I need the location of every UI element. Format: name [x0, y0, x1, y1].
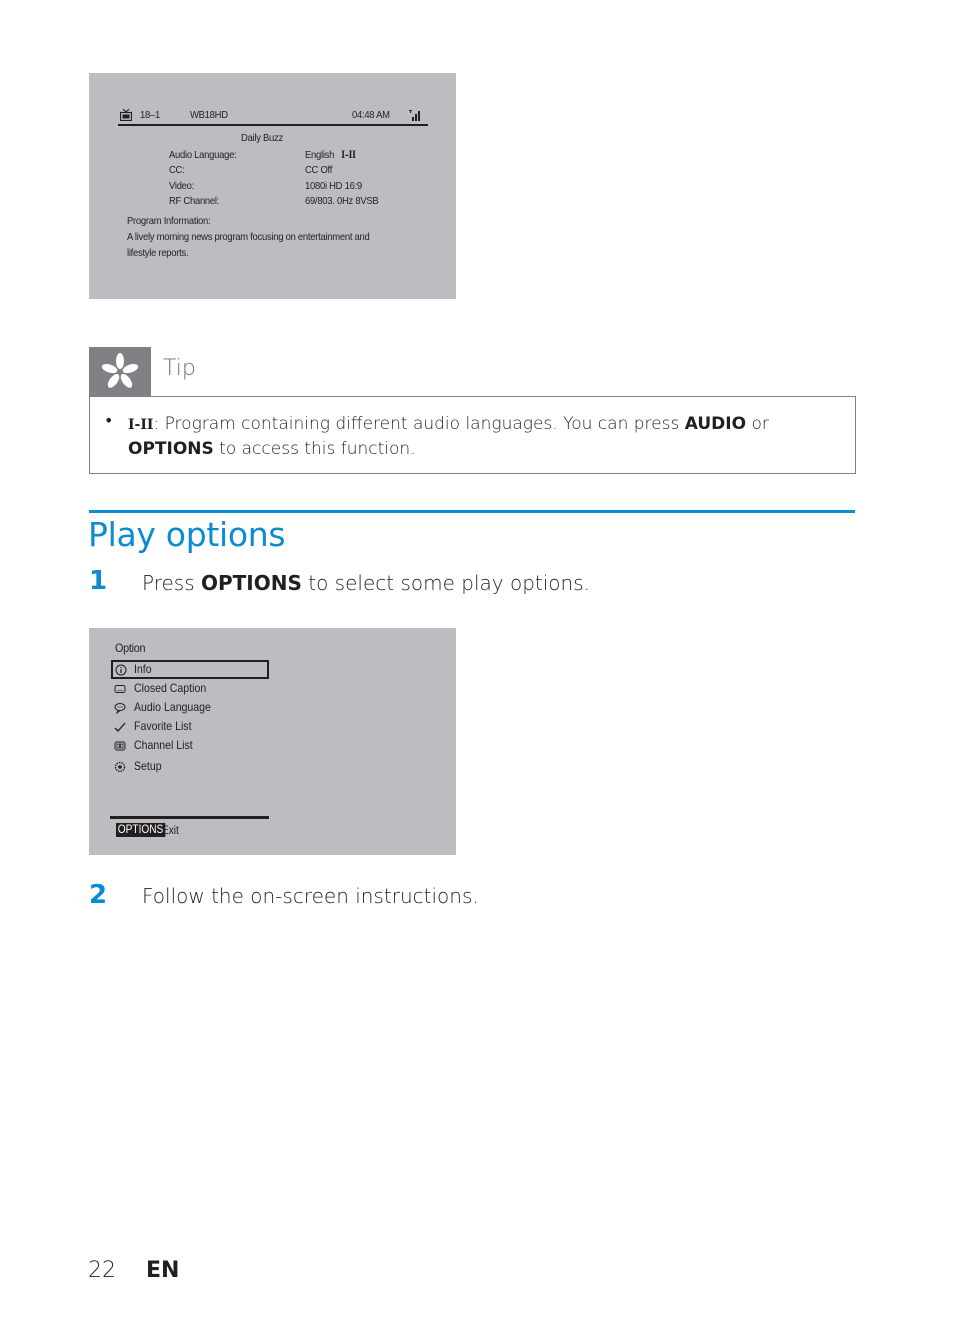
field-value: English I–II [305, 149, 356, 161]
tip-title: Tip [163, 356, 196, 381]
tip-text: I-II: Program containing different audio… [128, 414, 769, 459]
speech-bubble-icon [114, 703, 126, 714]
options-key: OPTIONS [201, 571, 302, 595]
options-menu-screen: Option Info Closed Caption Audio Languag… [89, 628, 456, 855]
program-info-label: Program Information: [127, 215, 211, 227]
options-key: OPTIONS [128, 439, 214, 459]
channel-name: WB18HD [190, 109, 228, 121]
menu-item-info[interactable]: Info [111, 660, 269, 679]
section-rule [89, 510, 855, 513]
exit-label: Exit [162, 825, 179, 837]
step-number: 1 [89, 566, 108, 596]
field-label: Video: [169, 180, 195, 192]
audio-key: AUDIO [684, 414, 747, 434]
field-label: Audio Language: [169, 149, 237, 161]
field-label: RF Channel: [169, 195, 220, 207]
program-info-text: A lively morning news program focusing o… [127, 231, 370, 243]
step-number: 2 [89, 880, 108, 910]
menu-item-closed-caption[interactable]: Closed Caption [111, 680, 269, 699]
program-title: Daily Buzz [241, 132, 283, 144]
channel-info-screen: 18–1 WB18HD 04:48 AM Daily Buzz Audio La… [89, 73, 456, 299]
field-value: CC Off [305, 164, 333, 176]
menu-item-label: Closed Caption [134, 681, 207, 695]
tip-box: • I-II: Program containing different aud… [89, 396, 856, 474]
asterisk-icon [101, 353, 139, 388]
signal-strength-icon [409, 110, 420, 121]
menu-title: Option [115, 641, 146, 655]
menu-item-label: Channel List [134, 738, 193, 752]
tv-icon [120, 109, 132, 121]
dual-audio-icon: I-II [128, 417, 154, 433]
language-code: EN [146, 1258, 180, 1283]
page-number: 22 [88, 1258, 116, 1283]
menu-item-audio-language[interactable]: Audio Language [111, 699, 269, 718]
program-info-text: lifestyle reports. [127, 247, 189, 259]
clock-time: 04:48 AM [352, 109, 390, 121]
field-value: 1080i HD 16:9 [305, 180, 362, 192]
bullet: • [104, 411, 114, 430]
menu-item-channel-list[interactable]: Channel List [111, 737, 269, 756]
menu-item-setup[interactable]: Setup [111, 758, 269, 777]
channel-list-icon [114, 741, 126, 751]
channel-number: 18–1 [140, 109, 160, 121]
gear-icon [114, 761, 126, 773]
field-value: 69/803. 0Hz 8VSB [305, 195, 379, 207]
menu-item-label: Setup [134, 759, 162, 773]
dual-audio-icon: I–II [341, 150, 356, 161]
menu-item-favorite-list[interactable]: Favorite List [111, 718, 269, 737]
tip-header [89, 347, 151, 396]
section-title: Play options [88, 515, 286, 554]
options-key-badge: OPTIONS [116, 823, 166, 837]
checkmark-icon [114, 722, 126, 732]
menu-item-label: Info [134, 662, 152, 676]
field-label: CC: [169, 164, 185, 176]
step-text: Press OPTIONS to select some play option… [142, 571, 590, 595]
menu-item-label: Favorite List [134, 719, 192, 733]
closed-caption-icon [114, 685, 126, 693]
step-text: Follow the on-screen instructions. [142, 884, 479, 908]
header-divider [118, 124, 428, 126]
info-icon [115, 664, 127, 676]
menu-item-label: Audio Language [134, 700, 211, 714]
menu-footer-divider [110, 816, 269, 819]
